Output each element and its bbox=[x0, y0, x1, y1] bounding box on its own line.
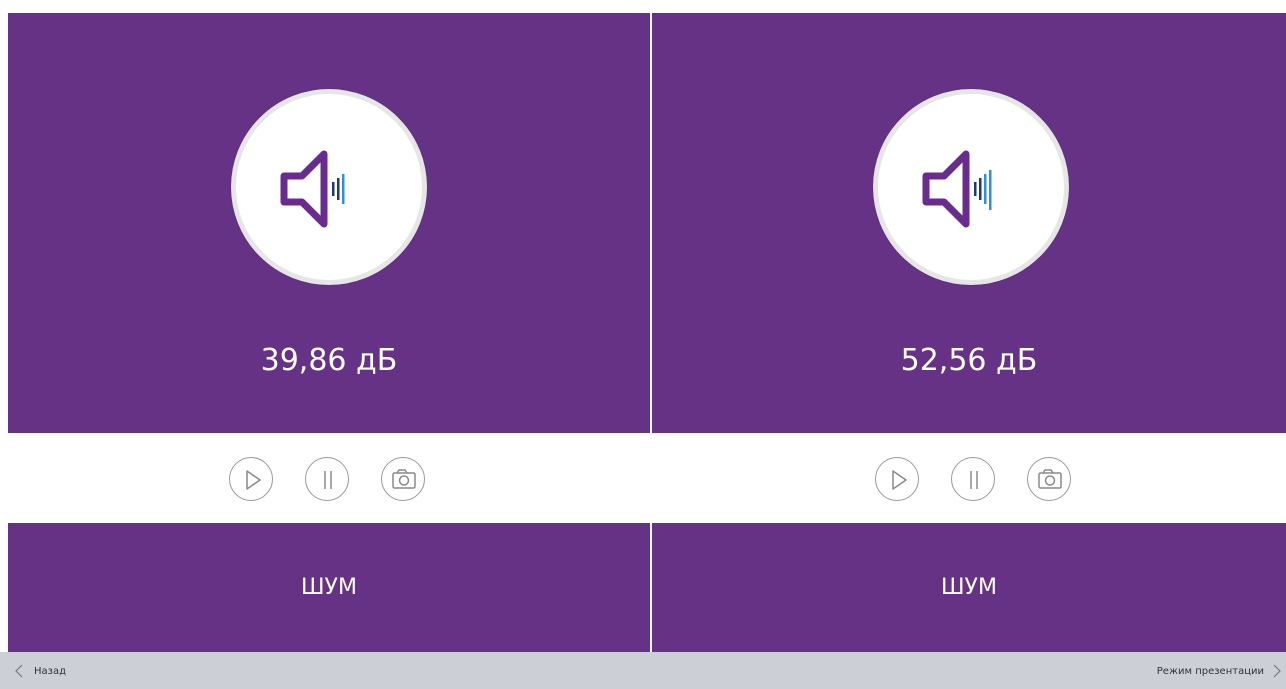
chevron-right-icon bbox=[1273, 664, 1281, 678]
pause-button[interactable] bbox=[951, 457, 995, 501]
camera-icon bbox=[1038, 469, 1062, 489]
sound-level-bars bbox=[974, 170, 992, 210]
play-button[interactable] bbox=[875, 457, 919, 501]
sensor-display: 39,86 дБ bbox=[8, 13, 650, 433]
speaker-icon bbox=[280, 150, 345, 228]
play-icon bbox=[892, 470, 907, 490]
back-label: Назад bbox=[34, 665, 67, 677]
sensor-label-bar: ШУМ bbox=[8, 523, 650, 652]
presentation-label: Режим презентации bbox=[1156, 665, 1264, 677]
sound-level-bars bbox=[332, 174, 345, 204]
chevron-left-icon bbox=[15, 664, 23, 678]
pause-button[interactable] bbox=[305, 457, 349, 501]
play-button[interactable] bbox=[229, 457, 273, 501]
sensor-display: 52,56 дБ bbox=[652, 13, 1286, 433]
camera-button[interactable] bbox=[1027, 457, 1071, 501]
footer-bar: Назад Режим презентации bbox=[0, 652, 1286, 689]
pause-icon bbox=[324, 471, 332, 489]
camera-icon bbox=[392, 469, 416, 489]
level-bar bbox=[974, 182, 977, 196]
pause-icon bbox=[970, 471, 978, 489]
level-bar bbox=[332, 182, 335, 196]
level-bar bbox=[989, 170, 992, 210]
play-icon bbox=[246, 470, 261, 490]
sensor-label: ШУМ bbox=[941, 575, 997, 600]
sensor-panel-2: 52,56 дБ ШУМ bbox=[652, 0, 1286, 652]
decibel-reading: 52,56 дБ bbox=[900, 343, 1038, 378]
sensor-label-bar: ШУМ bbox=[652, 523, 1286, 652]
controls-bar bbox=[652, 433, 1286, 523]
camera-button[interactable] bbox=[381, 457, 425, 501]
controls-bar bbox=[8, 433, 650, 523]
speaker-icon bbox=[922, 150, 992, 228]
level-bar bbox=[984, 174, 987, 204]
decibel-reading: 39,86 дБ bbox=[260, 343, 398, 378]
presentation-mode-link[interactable]: Режим презентации bbox=[1157, 662, 1282, 680]
level-bar bbox=[337, 178, 340, 200]
back-link[interactable]: Назад bbox=[14, 662, 66, 680]
sensor-label: ШУМ bbox=[301, 575, 357, 600]
speaker-circle bbox=[231, 89, 427, 285]
level-bar bbox=[342, 174, 345, 204]
speaker-circle bbox=[873, 89, 1069, 285]
sensor-panel-1: 39,86 дБ ШУМ bbox=[8, 0, 650, 652]
level-bar bbox=[979, 178, 982, 200]
